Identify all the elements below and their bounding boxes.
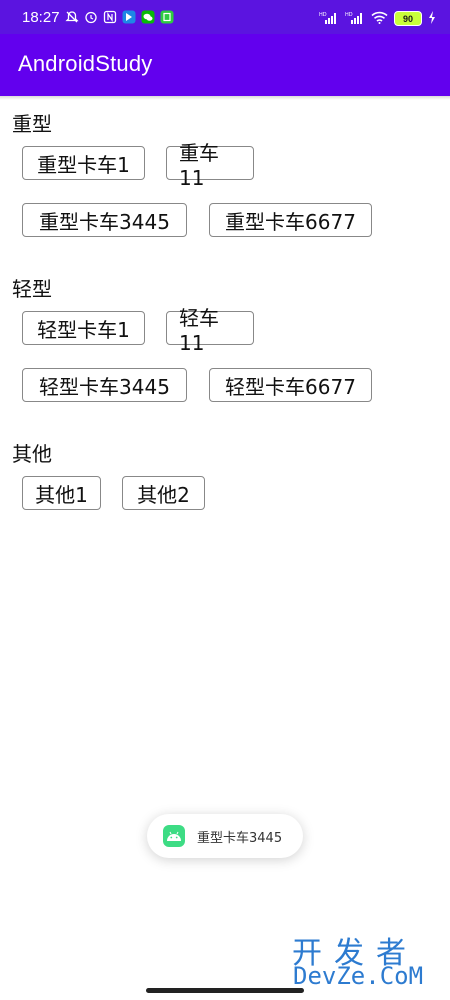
chip-button[interactable]: 其他1: [22, 476, 101, 510]
wechat-icon: [140, 9, 155, 24]
toast: 重型卡车3445: [147, 814, 303, 858]
chip-button[interactable]: 其他2: [122, 476, 205, 510]
nfc-icon: [102, 9, 117, 24]
app-icon: [159, 9, 174, 24]
app-bar: AndroidStudy: [0, 34, 450, 96]
section-title: 轻型: [12, 277, 52, 301]
signal-hd-icon: HD: [319, 9, 339, 28]
status-icons-left: [64, 9, 174, 24]
status-time: 18:27: [22, 9, 60, 26]
chip-button[interactable]: 轻型卡车3445: [22, 368, 187, 402]
section-title: 其他: [12, 442, 52, 466]
chip-button[interactable]: 重型卡车1: [22, 146, 145, 180]
charging-icon: [428, 9, 436, 28]
chip-button[interactable]: 轻型卡车1: [22, 311, 145, 345]
chip-button[interactable]: 轻型卡车6677: [209, 368, 372, 402]
signal-hd-icon: HD: [345, 9, 365, 28]
app-bar-shadow: [0, 96, 450, 100]
svg-text:HD: HD: [319, 12, 327, 18]
mute-icon: [64, 9, 79, 24]
status-bar: 18:27 HD HD 90: [0, 0, 450, 34]
svg-text:HD: HD: [345, 12, 353, 18]
chip-button[interactable]: 轻车11: [166, 306, 254, 355]
wifi-icon: [371, 9, 388, 28]
app-title: AndroidStudy: [18, 51, 153, 76]
watermark-site: DevZe.CoM: [293, 962, 424, 990]
home-indicator[interactable]: [146, 988, 304, 993]
chip-button[interactable]: 重型卡车3445: [22, 203, 187, 237]
battery-icon: 90: [394, 11, 422, 26]
chip-button[interactable]: 重型卡车6677: [209, 203, 372, 237]
app-icon: [121, 9, 136, 24]
toast-text: 重型卡车3445: [197, 830, 283, 846]
android-icon: [163, 825, 185, 847]
alarm-icon: [83, 9, 98, 24]
chip-button[interactable]: 重车11: [166, 141, 254, 190]
section-title: 重型: [12, 112, 52, 136]
status-icons-right: HD HD 90: [319, 9, 436, 28]
